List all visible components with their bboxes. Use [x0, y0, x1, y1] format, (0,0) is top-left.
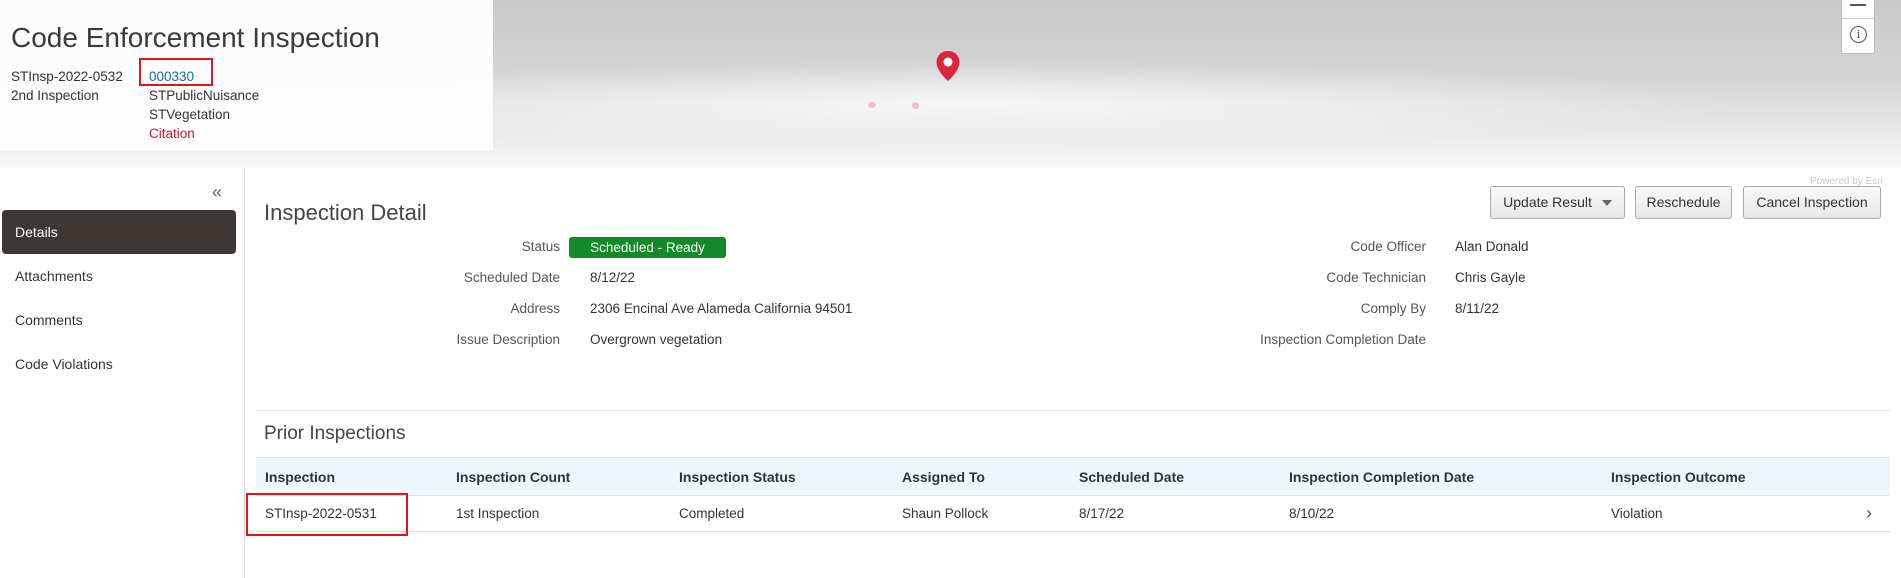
column-header[interactable]: Inspection Outcome — [1611, 458, 1746, 497]
map-feature-dot — [868, 102, 876, 108]
cancel-inspection-button[interactable]: Cancel Inspection — [1743, 186, 1881, 219]
section-title-prior: Prior Inspections — [264, 423, 406, 444]
sidebar-item-comments[interactable]: Comments — [2, 298, 236, 342]
update-result-label: Update Result — [1503, 194, 1592, 210]
inspection-id: STInsp-2022-0532 — [11, 69, 123, 84]
sidebar-item-code-violations[interactable]: Code Violations — [2, 342, 236, 386]
sidebar-item-details[interactable]: Details — [2, 210, 236, 254]
scheduled-date-label: Scheduled Date — [463, 270, 560, 285]
map-feature-dot — [912, 102, 919, 109]
chevron-right-icon[interactable]: › — [1866, 496, 1872, 530]
reschedule-button[interactable]: Reschedule — [1635, 186, 1732, 219]
code-officer-value: Alan Donald — [1455, 239, 1529, 254]
scheduled-date-cell: 8/17/22 — [1079, 506, 1125, 521]
column-header[interactable]: Inspection — [265, 458, 335, 497]
status-label: Status — [521, 239, 560, 254]
update-result-button[interactable]: Update Result — [1490, 186, 1625, 219]
sidebar-item-attachments[interactable]: Attachments — [2, 254, 236, 298]
info-icon[interactable]: i — [1850, 26, 1867, 43]
table-row[interactable]: STInsp-2022-0531 1st Inspection Complete… — [256, 496, 1890, 532]
comply-by-label: Comply By — [1360, 301, 1426, 316]
column-header[interactable]: Assigned To — [902, 458, 985, 497]
zoom-out-icon[interactable] — [1850, 4, 1866, 6]
column-header[interactable]: Inspection Completion Date — [1289, 458, 1474, 497]
map-terrain — [450, 60, 1750, 150]
inspection-status-cell: Completed — [679, 506, 745, 521]
map-controls: i — [1841, 0, 1875, 54]
divider — [256, 410, 1892, 411]
section-title-detail: Inspection Detail — [264, 200, 427, 225]
completion-date-label: Inspection Completion Date — [1260, 332, 1426, 347]
page-title: Code Enforcement Inspection — [11, 22, 380, 53]
completion-date-cell: 8/10/22 — [1289, 506, 1335, 521]
collapse-sidebar-icon[interactable]: « — [212, 182, 222, 203]
header-card: Code Enforcement Inspection STInsp-2022-… — [0, 0, 493, 150]
inspection-outcome-cell: Violation — [1611, 506, 1663, 521]
tag-item: STVegetation — [149, 107, 231, 122]
code-technician-label: Code Technician — [1326, 270, 1426, 285]
issue-description-label: Issue Description — [456, 332, 560, 347]
address-value: 2306 Encinal Ave Alameda California 9450… — [590, 301, 853, 316]
column-header[interactable]: Inspection Count — [456, 458, 570, 497]
inspection-count-cell: 1st Inspection — [456, 506, 540, 521]
address-label: Address — [510, 301, 560, 316]
inspection-count: 2nd Inspection — [11, 88, 99, 103]
code-technician-value: Chris Gayle — [1455, 270, 1526, 285]
scheduled-date-value: 8/12/22 — [590, 270, 636, 285]
comply-by-value: 8/11/22 — [1455, 301, 1500, 316]
column-header[interactable]: Inspection Status — [679, 458, 796, 497]
highlight-box — [246, 493, 408, 536]
code-officer-label: Code Officer — [1350, 239, 1426, 254]
citation-label[interactable]: Citation — [149, 126, 195, 141]
assigned-to-cell: Shaun Pollock — [902, 506, 989, 521]
status-badge: Scheduled - Ready — [569, 237, 726, 258]
map-pin-icon[interactable] — [935, 50, 961, 82]
highlight-box — [139, 58, 213, 86]
sidebar: « Details Attachments Comments Code Viol… — [0, 168, 245, 578]
issue-description-value: Overgrown vegetation — [590, 332, 723, 347]
column-header[interactable]: Scheduled Date — [1079, 458, 1184, 497]
table-header: Inspection Inspection Count Inspection S… — [256, 457, 1890, 496]
caret-down-icon — [1601, 200, 1612, 207]
tag-item: STPublicNuisance — [149, 88, 260, 103]
